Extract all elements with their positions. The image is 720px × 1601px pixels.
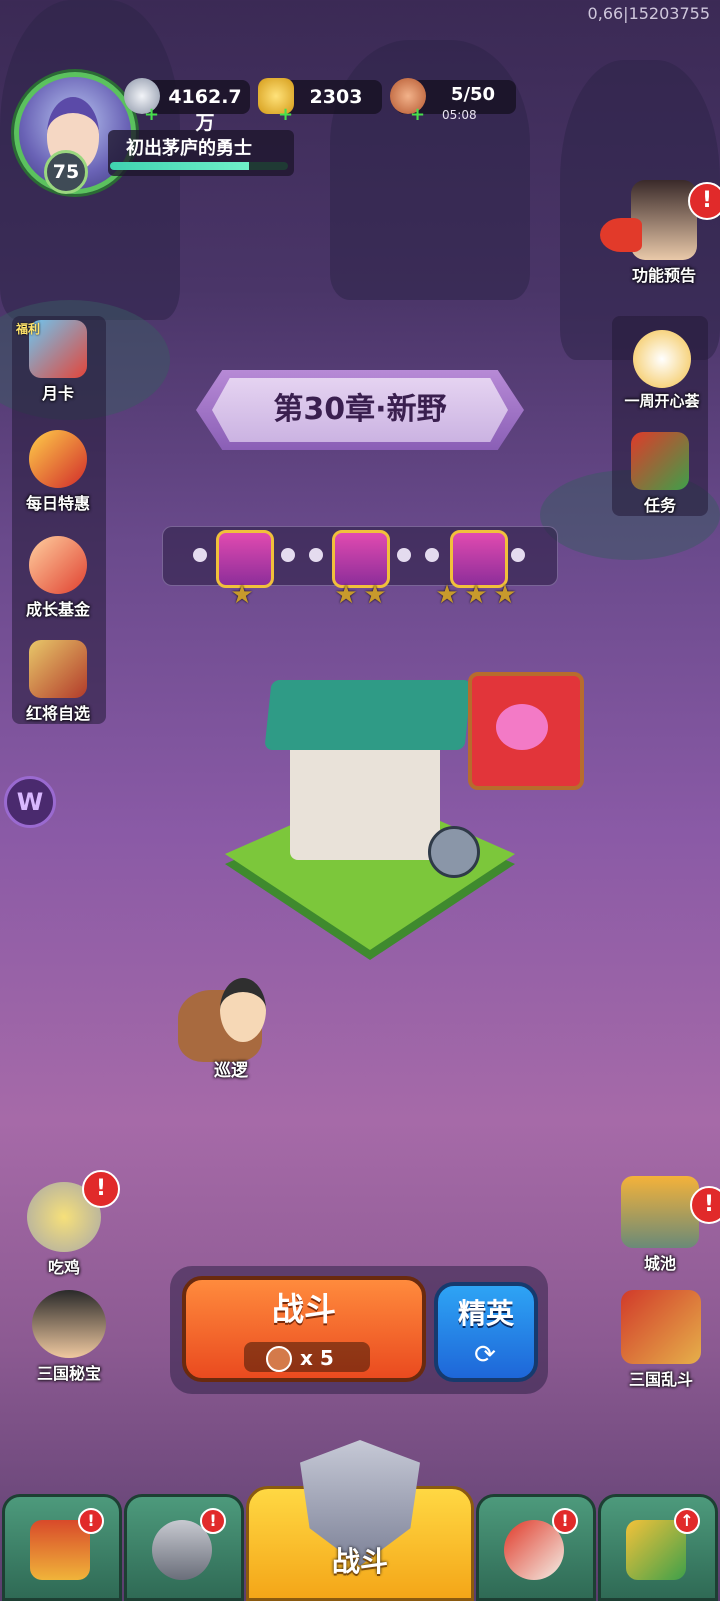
event-chicken-label: 吃鸡 [47,1258,80,1277]
feature-preview-badge: ! [688,182,720,220]
player-level: 75 [44,150,88,194]
quest-scroll-icon [631,432,689,490]
menu-hero-select-label: 红将自选 [25,704,90,723]
gold-add-icon[interactable]: + [278,106,293,124]
nav-upgrade-badge: ↑ [674,1508,700,1534]
nav-events-badge: ! [552,1508,578,1534]
progress-dot [397,548,411,562]
welfare-tag: 福利 [16,322,41,336]
floating-menu-icon[interactable]: W [4,776,56,828]
menu-quests-label: 任务 [643,496,676,515]
menu-growth-fund[interactable]: 成长基金 [12,536,104,620]
gift-bag-icon [29,430,87,488]
chapter-title: 第30章·新野 [273,392,447,427]
event-treasure[interactable]: 三国秘宝 [14,1290,124,1384]
exp-bar [110,162,288,170]
event-brawl[interactable]: 三国乱斗 [606,1290,716,1390]
menu-feature-preview-label: 功能预告 [631,266,696,285]
guard-soldier [428,826,480,878]
watchtower-roof [264,680,472,750]
elite-button-label: 精英 [457,1297,514,1330]
background-tree [330,40,530,300]
star-icon: ★ [493,580,517,610]
fund-icon [29,536,87,594]
megaphone-icon [600,218,642,252]
fight-cost-text: x 5 [300,1346,334,1370]
event-brawl-label: 三国乱斗 [628,1370,693,1389]
city-event-icon [621,1176,699,1248]
gold-value: 2303 [309,86,363,108]
star-icon: ★ [464,580,488,610]
stamina-value: 5/50 [450,84,496,105]
progress-dot [193,548,207,562]
fight-button-label: 战斗 [271,1290,336,1328]
patrol-label: 巡逻 [214,1061,248,1081]
progress-dot [281,548,295,562]
stamina-timer: 05:08 [442,108,477,122]
progress-dot [511,548,525,562]
event-chicken-badge: ! [82,1170,120,1208]
progress-dot [425,548,439,562]
menu-daily-deal[interactable]: 每日特惠 [12,430,104,514]
brawl-event-icon [621,1290,701,1364]
hero-select-icon [29,640,87,698]
menu-daily-deal-label: 每日特惠 [25,494,90,513]
debug-text: 0,66|15203755 [587,4,710,23]
stamina-add-icon[interactable]: + [410,106,425,124]
event-treasure-label: 三国秘宝 [36,1364,101,1383]
silver-add-icon[interactable]: + [144,106,159,124]
progress-dot [309,548,323,562]
menu-quests[interactable]: 任务 [612,432,708,516]
menu-hero-select[interactable]: 红将自选 [12,640,104,724]
meat-cost-icon [266,1346,292,1372]
player-title: 初出茅庐的勇士 [126,138,252,159]
silver-value: 4162.7万 [168,86,242,134]
menu-weekly-event-label: 一周开心荟 [624,392,700,410]
menu-growth-fund-label: 成长基金 [25,600,90,619]
menu-monthly-card-label: 月卡 [41,384,74,403]
patrol-hero [220,978,266,1042]
exp-bar-fill [110,162,249,170]
nav-shop-badge: ! [78,1508,104,1534]
weekly-event-icon [633,330,691,388]
nav-tab-battle-label: 战斗 [331,1545,388,1578]
star-icon: ★ [435,580,459,610]
menu-weekly-event[interactable]: 一周开心荟 [612,330,712,411]
star-icon: ★ [363,580,387,610]
refresh-icon: ⟳ [474,1340,496,1370]
paw-print-icon [496,704,548,750]
event-city-label: 城池 [643,1254,676,1273]
star-icon: ★ [230,580,254,610]
star-icon: ★ [334,580,358,610]
event-city[interactable]: 城池 [612,1176,708,1274]
nav-heroes-badge: ! [200,1508,226,1534]
event-city-badge: ! [690,1186,720,1224]
treasure-event-icon [32,1290,106,1358]
